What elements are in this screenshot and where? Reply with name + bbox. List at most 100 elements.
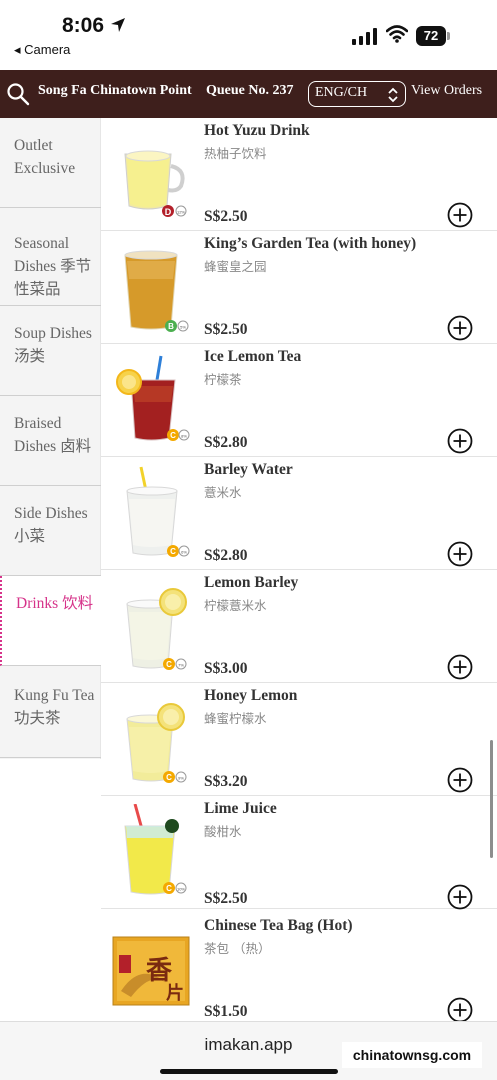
item-name: Ice Lemon Tea	[204, 348, 302, 365]
view-orders-link[interactable]: View Orders	[411, 83, 482, 99]
category-outlet-exclusive[interactable]: Outlet Exclusive	[0, 118, 101, 208]
item-name: Lemon Barley	[204, 574, 299, 591]
menu-item[interactable]: C 7% Lemon Barley 柠檬薏米水 S$3.00	[101, 570, 497, 683]
item-price: S$2.80	[204, 547, 248, 564]
item-price: S$2.80	[204, 434, 248, 451]
item-chinese-name: 柠檬茶	[204, 372, 242, 387]
home-indicator[interactable]	[160, 1069, 338, 1074]
category-side-dishes[interactable]: Side Dishes 小菜	[0, 486, 101, 576]
clock: 8:06	[62, 14, 105, 37]
add-plus-icon[interactable]	[447, 202, 473, 228]
category-label: Kung Fu Tea 功夫茶	[14, 687, 95, 727]
queue-number: Queue No. 237	[206, 83, 294, 98]
lemon-barley-image: C 7%	[126, 588, 187, 670]
item-price: S$2.50	[204, 208, 248, 225]
add-plus-icon[interactable]	[447, 767, 473, 793]
svg-text:B: B	[168, 322, 174, 331]
lime-juice-image: C 10%	[124, 804, 187, 895]
cellular-signal-icon	[352, 28, 377, 45]
add-plus-icon[interactable]	[447, 884, 473, 910]
add-plus-icon[interactable]	[447, 541, 473, 567]
svg-text:C: C	[166, 773, 172, 782]
ice-lemon-tea-image: C 8%	[116, 355, 190, 441]
item-chinese-name: 薏米水	[204, 485, 242, 500]
top-navbar: Song Fa Chinatown Point Queue No. 237 EN…	[0, 70, 497, 118]
item-price: S$3.00	[204, 660, 248, 677]
category-kung-fu-tea[interactable]: Kung Fu Tea 功夫茶	[0, 668, 101, 758]
svg-text:C: C	[170, 547, 176, 556]
category-label: Seasonal Dishes 季节性菜品	[14, 235, 92, 298]
category-sidebar: Outlet Exclusive Seasonal Dishes 季节性菜品 S…	[0, 118, 101, 759]
back-label: Camera	[24, 42, 71, 57]
svg-text:D: D	[165, 207, 172, 217]
category-braised-dishes[interactable]: Braised Dishes 卤料	[0, 396, 101, 486]
category-drinks[interactable]: Drinks 饮料	[0, 576, 101, 666]
item-price: S$2.50	[204, 321, 248, 338]
category-label: Drinks 饮料	[16, 595, 94, 612]
svg-text:9%: 9%	[178, 776, 184, 781]
battery-icon: 72	[416, 26, 450, 46]
watermark-text: chinatownsg.com	[342, 1042, 482, 1068]
updown-chevron-icon	[388, 87, 398, 103]
language-value: ENG/CH	[315, 85, 368, 100]
item-chinese-name: 蜂蜜柠檬水	[204, 711, 267, 726]
svg-text:12%: 12%	[177, 210, 185, 215]
menu-item[interactable]: C 8% Ice Lemon Tea 柠檬茶 S$2.80	[101, 344, 497, 457]
scrollbar[interactable]	[490, 740, 493, 858]
item-name: Honey Lemon	[204, 687, 298, 704]
svg-text:香: 香	[146, 956, 172, 986]
back-to-camera-link[interactable]: ◂ Camera	[14, 42, 70, 58]
menu-item[interactable]: C 10% Lime Juice 酸柑水 S$2.50	[101, 796, 497, 910]
item-name: King’s Garden Tea (with honey)	[204, 235, 417, 252]
category-seasonal-dishes[interactable]: Seasonal Dishes 季节性菜品	[0, 216, 101, 306]
item-chinese-name: 茶包 （热）	[204, 941, 271, 956]
location-arrow-icon	[111, 18, 125, 32]
chinese-tea-bag-image: 香 片	[112, 936, 190, 1006]
svg-text:C: C	[166, 660, 172, 669]
category-label: Soup Dishes 汤类	[14, 325, 92, 365]
item-name: Barley Water	[204, 461, 293, 478]
svg-text:10%: 10%	[177, 887, 185, 892]
add-plus-icon[interactable]	[447, 428, 473, 454]
honey-lemon-image: C 9%	[126, 703, 187, 783]
item-chinese-name: 酸柑水	[204, 824, 242, 839]
item-chinese-name: 柠檬薏米水	[204, 598, 267, 613]
menu-item[interactable]: C 6% Barley Water 薏米水 S$2.80	[101, 457, 497, 570]
svg-text:C: C	[166, 884, 172, 893]
item-price: S$2.50	[204, 890, 248, 907]
category-label: Side Dishes 小菜	[14, 505, 88, 545]
menu-item[interactable]: 香 片 Chinese Tea Bag (Hot) 茶包 （热） S$1.50	[101, 913, 497, 1021]
svg-text:6%: 6%	[181, 550, 187, 555]
wifi-icon	[386, 25, 408, 43]
menu-item[interactable]: B 5% King’s Garden Tea (with honey) 蜂蜜皇之…	[101, 231, 497, 344]
menu-item[interactable]: D 12% Hot Yuzu Drink 热柚子饮料 S$2.50	[101, 118, 497, 231]
item-name: Hot Yuzu Drink	[204, 122, 310, 139]
svg-text:片: 片	[166, 982, 184, 1004]
item-chinese-name: 热柚子饮料	[204, 146, 267, 161]
item-name: Lime Juice	[204, 800, 277, 817]
svg-text:5%: 5%	[180, 325, 186, 330]
add-plus-icon[interactable]	[447, 315, 473, 341]
menu-list: D 12% Hot Yuzu Drink 热柚子饮料 S$2.50 B 5% K…	[101, 118, 497, 1021]
item-price: S$3.20	[204, 773, 248, 790]
battery-level: 72	[416, 26, 446, 46]
svg-text:7%: 7%	[178, 663, 184, 668]
category-label: Outlet Exclusive	[14, 137, 76, 177]
category-label: Braised Dishes 卤料	[14, 415, 92, 455]
kings-garden-tea-image: B 5%	[124, 250, 189, 332]
hot-yuzu-drink-image: D 12%	[124, 150, 187, 217]
item-name: Chinese Tea Bag (Hot)	[204, 917, 353, 934]
svg-text:C: C	[170, 431, 176, 440]
status-bar: 8:06 ◂ Camera 72	[0, 0, 497, 70]
category-soup-dishes[interactable]: Soup Dishes 汤类	[0, 306, 101, 396]
menu-item[interactable]: C 9% Honey Lemon 蜂蜜柠檬水 S$3.20	[101, 683, 497, 796]
barley-water-image: C 6%	[126, 466, 190, 557]
language-select[interactable]: ENG/CH	[308, 81, 406, 107]
search-icon[interactable]	[6, 82, 30, 106]
item-price: S$1.50	[204, 1003, 248, 1020]
svg-text:8%: 8%	[181, 434, 187, 439]
outlet-name: Song Fa Chinatown Point	[38, 83, 192, 98]
add-plus-icon[interactable]	[447, 654, 473, 680]
item-chinese-name: 蜂蜜皇之园	[204, 259, 267, 274]
add-plus-icon[interactable]	[447, 997, 473, 1021]
